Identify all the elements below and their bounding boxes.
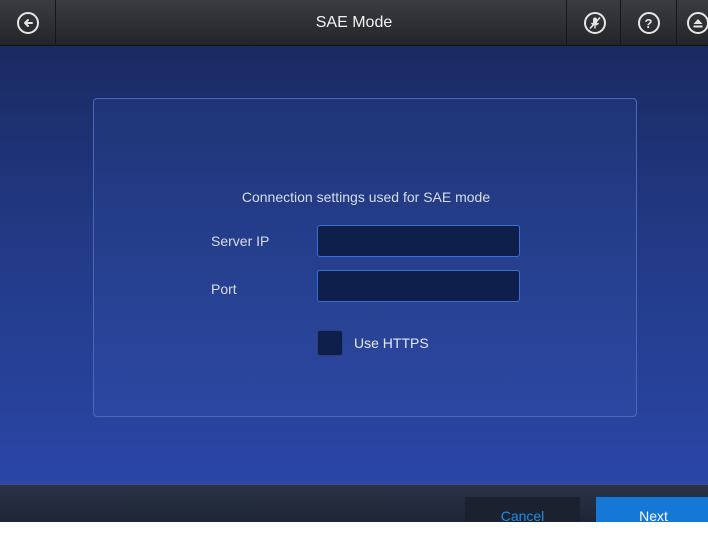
server-ip-label: Server IP [211,233,270,249]
eject-button[interactable] [676,0,708,46]
use-https-option[interactable]: Use HTTPS [317,330,429,356]
help-icon: ? [637,12,660,34]
use-https-checkbox[interactable] [317,330,343,356]
content-area: Connection settings used for SAE mode Se… [0,46,708,484]
cancel-button[interactable]: Cancel [465,497,580,522]
port-label: Port [211,281,237,297]
eject-icon [687,12,708,34]
settings-panel: Connection settings used for SAE mode Se… [93,98,637,417]
help-button[interactable]: ? [620,0,676,46]
mute-microphone-icon [583,12,606,34]
port-input[interactable] [317,270,520,302]
back-arrow-icon [16,12,39,34]
server-ip-input[interactable] [317,225,520,257]
mute-microphone-button[interactable] [566,0,622,46]
app-window: SAE Mode ? Connection settings used for … [0,0,708,522]
back-button[interactable] [0,0,56,46]
title-bar: SAE Mode ? [0,0,708,46]
panel-heading: Connection settings used for SAE mode [241,189,491,205]
use-https-label: Use HTTPS [354,335,429,351]
next-button[interactable]: Next [596,497,708,522]
